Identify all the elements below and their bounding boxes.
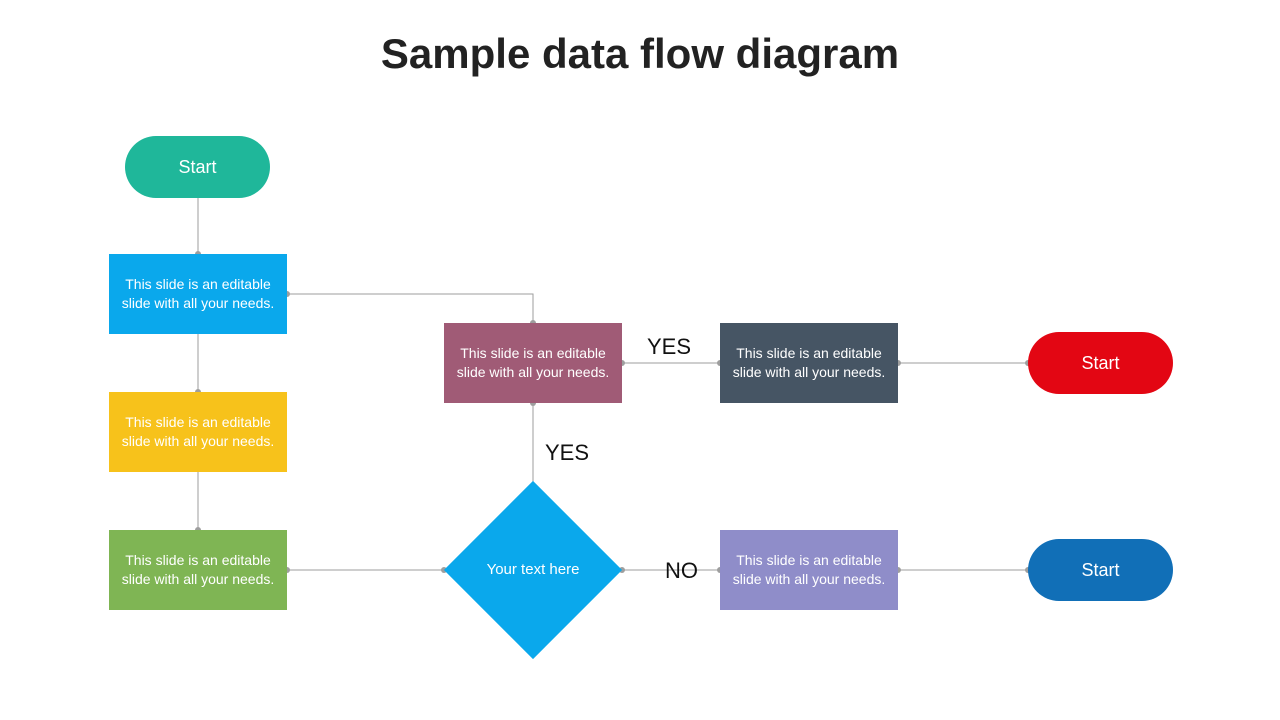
- process-box-slate: This slide is an editable slide with all…: [720, 323, 898, 403]
- edge-label-no: NO: [665, 558, 698, 584]
- flowchart-canvas: Sample data flow diagram Start This slid…: [0, 0, 1280, 720]
- terminal-start-top: Start: [125, 136, 270, 198]
- decision-diamond-text: Your text here: [444, 500, 622, 640]
- process-box-green: This slide is an editable slide with all…: [109, 530, 287, 610]
- edge-label-yes-2: YES: [545, 440, 589, 466]
- process-box-violet: This slide is an editable slide with all…: [720, 530, 898, 610]
- edge-label-yes-1: YES: [647, 334, 691, 360]
- process-box-purple: This slide is an editable slide with all…: [444, 323, 622, 403]
- diagram-title: Sample data flow diagram: [0, 30, 1280, 78]
- terminal-right-top: Start: [1028, 332, 1173, 394]
- decision-diamond: Your text here: [444, 500, 622, 640]
- terminal-right-bottom: Start: [1028, 539, 1173, 601]
- process-box-blue: This slide is an editable slide with all…: [109, 254, 287, 334]
- process-box-yellow: This slide is an editable slide with all…: [109, 392, 287, 472]
